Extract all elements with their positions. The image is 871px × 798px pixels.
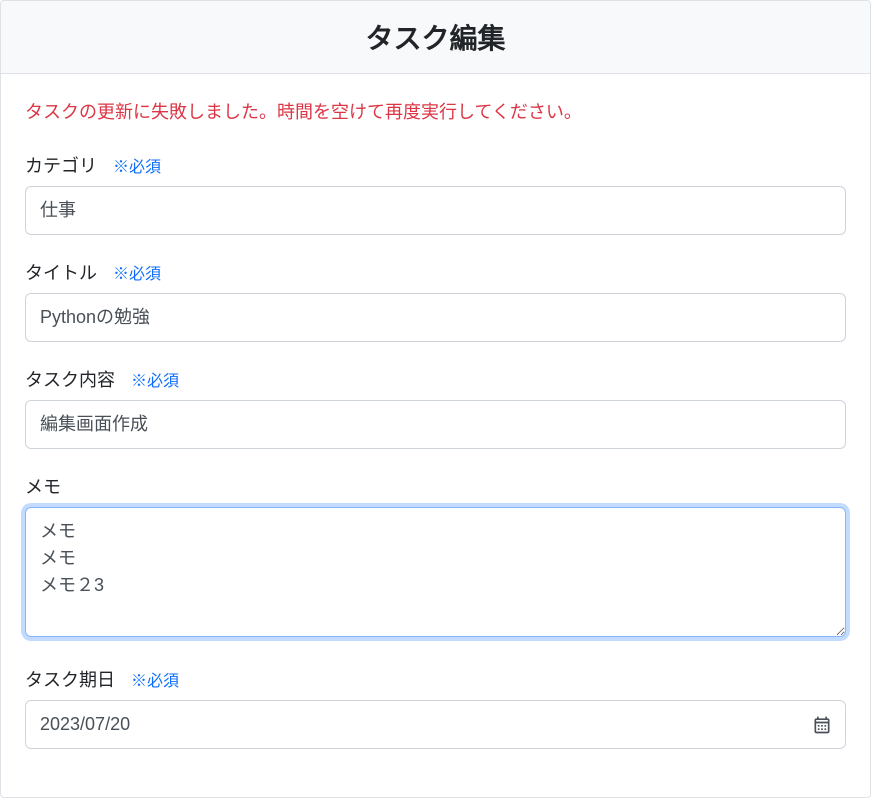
required-badge: ※必須 bbox=[113, 260, 161, 284]
error-message: タスクの更新に失敗しました。時間を空けて再度実行してください。 bbox=[25, 98, 846, 124]
required-badge: ※必須 bbox=[131, 367, 179, 391]
due-date-group: タスク期日 ※必須 bbox=[25, 666, 846, 749]
title-label-row: タイトル ※必須 bbox=[25, 259, 846, 285]
title-input[interactable] bbox=[25, 293, 846, 342]
content-label-row: タスク内容 ※必須 bbox=[25, 366, 846, 392]
content-label: タスク内容 bbox=[25, 366, 115, 392]
category-group: カテゴリ ※必須 bbox=[25, 152, 846, 235]
category-label-row: カテゴリ ※必須 bbox=[25, 152, 846, 178]
due-date-label: タスク期日 bbox=[25, 666, 115, 692]
memo-textarea[interactable] bbox=[25, 507, 846, 637]
form-header: タスク編集 bbox=[1, 1, 870, 74]
category-label: カテゴリ bbox=[25, 152, 97, 178]
date-input-wrapper bbox=[25, 700, 846, 749]
memo-group: メモ bbox=[25, 473, 846, 642]
title-group: タイトル ※必須 bbox=[25, 259, 846, 342]
category-input[interactable] bbox=[25, 186, 846, 235]
title-label: タイトル bbox=[25, 259, 97, 285]
task-edit-form: タスク編集 タスクの更新に失敗しました。時間を空けて再度実行してください。 カテ… bbox=[0, 0, 871, 798]
content-input[interactable] bbox=[25, 400, 846, 449]
required-badge: ※必須 bbox=[131, 667, 179, 691]
memo-label-row: メモ bbox=[25, 473, 846, 499]
content-group: タスク内容 ※必須 bbox=[25, 366, 846, 449]
memo-label: メモ bbox=[25, 473, 61, 499]
page-title: タスク編集 bbox=[17, 17, 854, 57]
required-badge: ※必須 bbox=[113, 153, 161, 177]
due-date-input[interactable] bbox=[25, 700, 846, 749]
form-content: タスクの更新に失敗しました。時間を空けて再度実行してください。 カテゴリ ※必須… bbox=[1, 74, 870, 797]
due-date-label-row: タスク期日 ※必須 bbox=[25, 666, 846, 692]
